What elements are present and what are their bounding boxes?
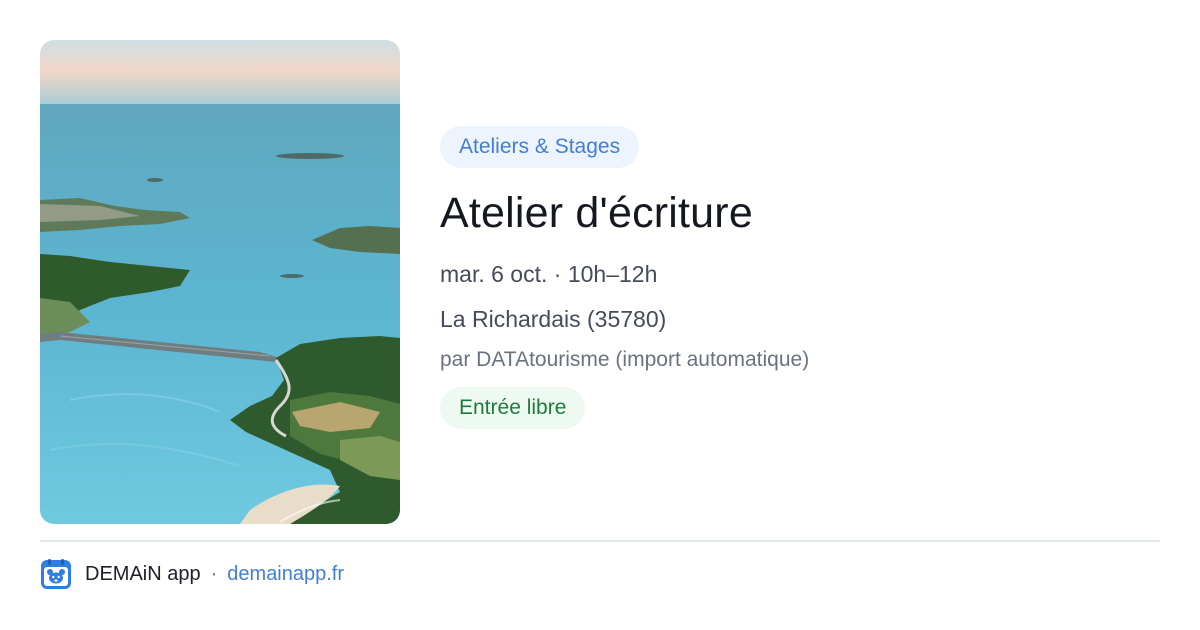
footer-separator: ·: [210, 562, 218, 585]
event-datetime: mar. 6 oct. · 10h–12h: [440, 261, 658, 287]
event-source: par DATAtourisme (import automatique): [440, 348, 810, 371]
event-photo: [40, 40, 400, 524]
event-title: Atelier d'écriture: [440, 189, 753, 237]
event-card: Ateliers & Stages Atelier d'écriture mar…: [0, 0, 1200, 630]
footer: DEMAiN app · demainapp.fr: [40, 558, 344, 590]
category-badge[interactable]: Ateliers & Stages: [440, 126, 640, 168]
app-name: DEMAiN app: [85, 562, 201, 585]
event-info: Ateliers & Stages Atelier d'écriture mar…: [440, 126, 1160, 429]
site-link[interactable]: demainapp.fr: [227, 563, 344, 586]
bear-calendar-icon[interactable]: [40, 558, 72, 590]
event-location: La Richardais (35780): [440, 306, 667, 332]
footer-divider: [40, 540, 1160, 542]
price-badge: Entrée libre: [440, 387, 586, 429]
